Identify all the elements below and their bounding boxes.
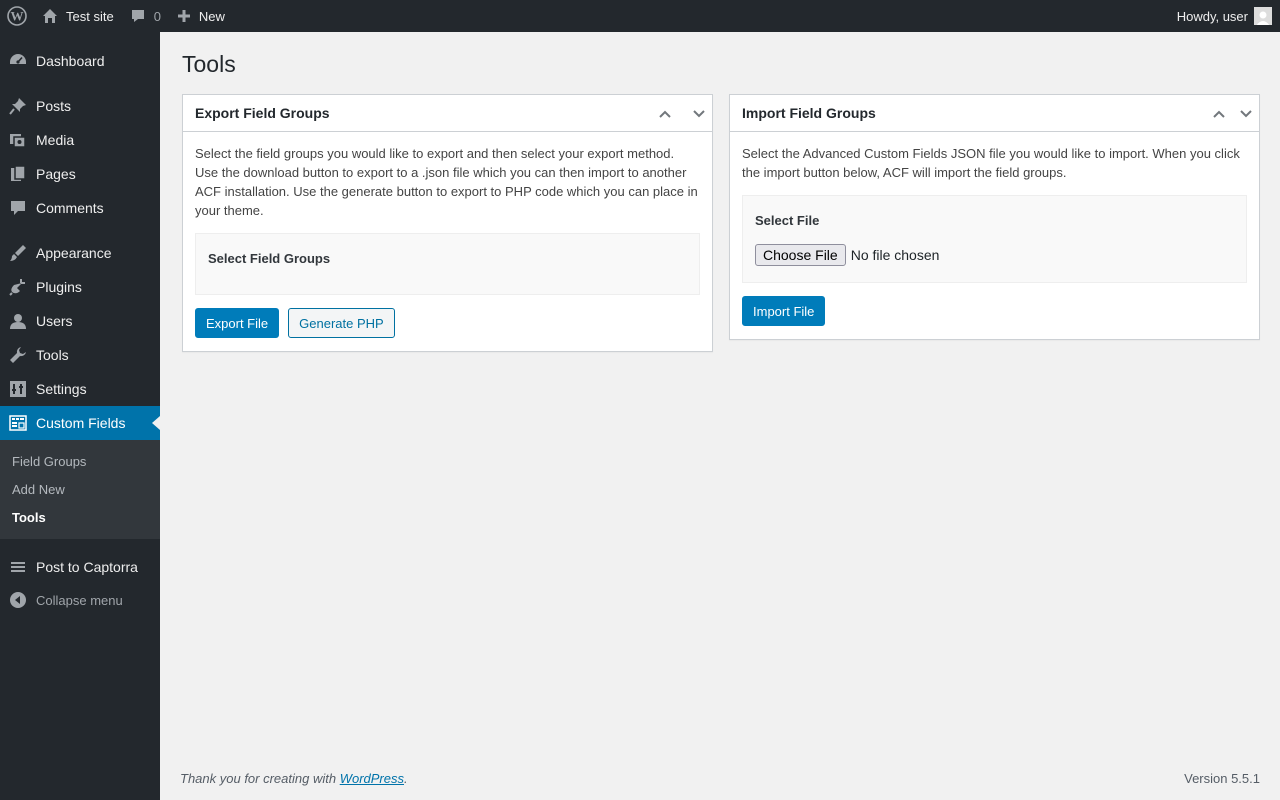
footer-thanks-suffix: . bbox=[404, 771, 408, 786]
sidebar-item-dashboard[interactable]: Dashboard bbox=[0, 44, 160, 78]
sidebar-item-comments[interactable]: Comments bbox=[0, 191, 160, 225]
home-icon bbox=[42, 8, 58, 24]
choose-file-button[interactable]: Choose File bbox=[755, 244, 846, 266]
import-field-groups-box: Import Field Groups Select the Advanced … bbox=[729, 94, 1260, 340]
submenu-item-add-new[interactable]: Add New bbox=[0, 475, 160, 503]
wordpress-logo-icon[interactable]: W bbox=[0, 0, 34, 32]
sidebar-item-label: Posts bbox=[36, 98, 72, 114]
select-file-field: Select File Choose File No file chosen bbox=[742, 195, 1247, 283]
footer-version: Version 5.5.1 bbox=[1184, 771, 1260, 786]
site-name: Test site bbox=[66, 8, 114, 24]
export-box-header: Export Field Groups bbox=[183, 95, 712, 132]
user-icon bbox=[0, 312, 36, 330]
pin-icon bbox=[0, 97, 36, 115]
sidebar-item-label: Comments bbox=[36, 200, 104, 216]
dashboard-icon bbox=[0, 52, 36, 70]
new-label: New bbox=[198, 8, 225, 24]
svg-text:W: W bbox=[11, 9, 24, 24]
sidebar-item-users[interactable]: Users bbox=[0, 304, 160, 338]
select-field-groups-label: Select Field Groups bbox=[208, 251, 331, 266]
collapse-arrow-icon bbox=[0, 591, 36, 609]
sidebar-item-label: Users bbox=[36, 313, 73, 329]
submenu-item-tools[interactable]: Tools bbox=[0, 503, 160, 531]
import-box-header: Import Field Groups bbox=[730, 95, 1259, 132]
export-file-button[interactable]: Export File bbox=[195, 308, 280, 338]
submenu-item-field-groups[interactable]: Field Groups bbox=[0, 447, 160, 475]
footer-thanks-prefix: Thank you for creating with bbox=[180, 771, 340, 786]
import-description: Select the Advanced Custom Fields JSON f… bbox=[742, 146, 1240, 180]
collapse-menu-label: Collapse menu bbox=[36, 592, 123, 608]
import-file-button[interactable]: Import File bbox=[742, 296, 826, 326]
sidebar-item-label: Custom Fields bbox=[36, 415, 126, 431]
generate-php-button[interactable]: Generate PHP bbox=[288, 308, 395, 338]
sidebar-item-custom-fields[interactable]: Custom Fields bbox=[0, 406, 160, 440]
sidebar-item-posts[interactable]: Posts bbox=[0, 89, 160, 123]
export-field-groups-box: Export Field Groups Select the field gro… bbox=[182, 94, 713, 352]
sidebar-item-appearance[interactable]: Appearance bbox=[0, 236, 160, 270]
main-content: Tools Export Field Groups Select the fie… bbox=[160, 32, 1280, 800]
sidebar-item-label: Tools bbox=[36, 347, 69, 363]
admin-bar: W Test site 0 New Howdy, user bbox=[0, 0, 1280, 32]
comments-count: 0 bbox=[153, 8, 161, 24]
chevron-up-icon[interactable] bbox=[1206, 95, 1232, 132]
sidebar-item-label: Dashboard bbox=[36, 53, 105, 69]
settings-icon bbox=[0, 380, 36, 398]
export-description: Select the field groups you would like t… bbox=[195, 146, 698, 218]
comments-link[interactable]: 0 bbox=[122, 0, 169, 32]
my-account-link[interactable]: Howdy, user bbox=[1169, 0, 1280, 32]
chevron-down-icon[interactable] bbox=[686, 95, 712, 132]
import-box-body: Select the Advanced Custom Fields JSON f… bbox=[730, 132, 1259, 338]
sidebar-item-label: Plugins bbox=[36, 279, 82, 295]
admin-sidebar: Dashboard Posts Media Pages Comments App… bbox=[0, 32, 160, 800]
sidebar-item-tools[interactable]: Tools bbox=[0, 338, 160, 372]
brush-icon bbox=[0, 244, 36, 262]
footer-thanks: Thank you for creating with WordPress. bbox=[180, 771, 408, 786]
menu-lines-icon bbox=[0, 558, 36, 576]
pages-icon bbox=[0, 165, 36, 183]
comment-icon bbox=[130, 8, 146, 24]
new-content-link[interactable]: New bbox=[169, 0, 233, 32]
sidebar-item-label: Settings bbox=[36, 381, 87, 397]
howdy-text: Howdy, user bbox=[1176, 8, 1248, 24]
plus-icon bbox=[177, 9, 191, 23]
file-status-text: No file chosen bbox=[850, 246, 940, 263]
sidebar-item-plugins[interactable]: Plugins bbox=[0, 270, 160, 304]
export-box-title: Export Field Groups bbox=[195, 105, 330, 121]
wordpress-link[interactable]: WordPress bbox=[340, 771, 404, 786]
table-icon bbox=[0, 414, 36, 432]
sidebar-item-settings[interactable]: Settings bbox=[0, 372, 160, 406]
page-title: Tools bbox=[182, 51, 236, 77]
import-box-title: Import Field Groups bbox=[742, 105, 876, 121]
custom-fields-submenu: Field Groups Add New Tools bbox=[0, 440, 160, 539]
sidebar-item-label: Media bbox=[36, 132, 75, 148]
chevron-up-icon[interactable] bbox=[652, 95, 678, 132]
sidebar-item-media[interactable]: Media bbox=[0, 123, 160, 157]
avatar bbox=[1254, 7, 1272, 25]
select-file-label: Select File bbox=[755, 213, 820, 228]
chevron-down-icon[interactable] bbox=[1233, 95, 1259, 132]
plug-icon bbox=[0, 278, 36, 296]
sidebar-item-label: Post to Captorra bbox=[36, 559, 138, 575]
collapse-menu-button[interactable]: Collapse menu bbox=[0, 584, 160, 616]
sidebar-item-post-to-captorra[interactable]: Post to Captorra bbox=[0, 550, 160, 584]
site-name-link[interactable]: Test site bbox=[34, 0, 122, 32]
sidebar-item-label: Appearance bbox=[36, 245, 112, 261]
wrench-icon bbox=[0, 346, 36, 364]
sidebar-item-pages[interactable]: Pages bbox=[0, 157, 160, 191]
sidebar-item-label: Pages bbox=[36, 166, 76, 182]
export-box-body: Select the field groups you would like t… bbox=[183, 132, 712, 350]
comment-icon bbox=[0, 199, 36, 217]
media-icon bbox=[0, 131, 36, 149]
select-field-groups-field: Select Field Groups bbox=[195, 233, 700, 295]
